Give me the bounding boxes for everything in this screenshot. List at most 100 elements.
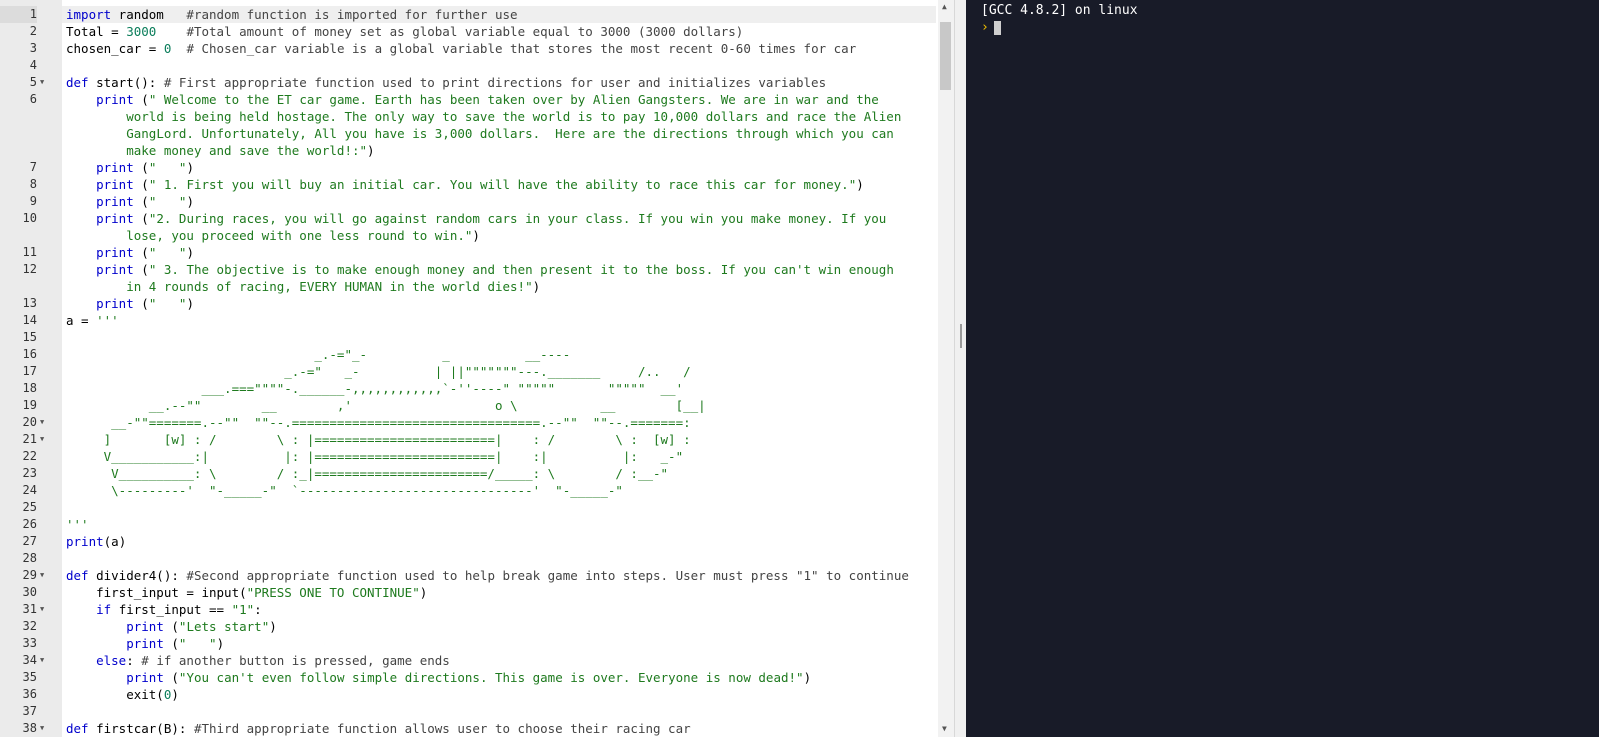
code-text[interactable]: print (" ")	[62, 159, 936, 176]
splitter-grip-icon[interactable]	[960, 324, 962, 348]
fold-arrow-icon[interactable]: ▼	[37, 74, 62, 91]
code-line[interactable]: 24 \---------' "-_____-" `--------------…	[0, 482, 938, 499]
code-text[interactable]	[62, 329, 936, 346]
code-line[interactable]: 5 ▼ def start(): # First appropriate funct…	[0, 74, 938, 91]
line-number: 6	[29, 92, 37, 106]
code-line[interactable]: 34 ▼ else: # if another button is pressed…	[0, 652, 938, 669]
line-number: 21	[22, 432, 37, 446]
code-line[interactable]: 26 '''	[0, 516, 938, 533]
code-line[interactable]: 22 V___________:| |: |==================…	[0, 448, 938, 465]
code-line[interactable]: 7 print (" ")	[0, 159, 938, 176]
code-line[interactable]: 36 exit(0)	[0, 686, 938, 703]
code-line[interactable]: 29 ▼ def divider4(): #Second appropriate f…	[0, 567, 938, 584]
code-text[interactable]: print (" ")	[62, 193, 936, 210]
console-cursor[interactable]	[994, 21, 1001, 35]
code-text[interactable]: first_input = input("PRESS ONE TO CONTIN…	[62, 584, 936, 601]
code-line[interactable]: 9 print (" ")	[0, 193, 938, 210]
code-text[interactable]: \---------' "-_____-" `-----------------…	[62, 482, 936, 499]
code-text[interactable]: def divider4(): #Second appropriate func…	[62, 567, 936, 584]
fold-arrow-icon[interactable]: ▼	[37, 652, 62, 669]
line-number: 15	[22, 330, 37, 344]
code-text[interactable]: a = '''	[62, 312, 936, 329]
line-number: 20	[22, 415, 37, 429]
code-text[interactable]: ] [w] : / \ : |========================|…	[62, 431, 936, 448]
code-line[interactable]: 21 ▼ ] [w] : / \ : |=====================…	[0, 431, 938, 448]
code-line[interactable]: 33 print (" ")	[0, 635, 938, 652]
code-text[interactable]: def firstcar(B): #Third appropriate func…	[62, 720, 936, 737]
code-editor[interactable]: 1 import random #random function is impor…	[0, 0, 954, 737]
code-text[interactable]: if first_input == "1":	[62, 601, 936, 618]
code-text[interactable]	[62, 703, 936, 720]
scrollbar-thumb[interactable]	[940, 22, 951, 90]
code-text[interactable]: '''	[62, 516, 936, 533]
code-text[interactable]: print (" ")	[62, 295, 936, 312]
console-prompt-icon: ›	[981, 20, 989, 35]
code-line[interactable]: 20 ▼ __-""=======.--"" ""--.=============…	[0, 414, 938, 431]
code-text[interactable]: _.-="_- _ __----	[62, 346, 936, 363]
code-text[interactable]: print ("You can't even follow simple dir…	[62, 669, 936, 686]
code-line[interactable]: 10 print ("2. During races, you will go …	[0, 210, 938, 244]
code-text[interactable]: print (" ")	[62, 635, 936, 652]
code-line[interactable]: 32 print ("Lets start")	[0, 618, 938, 635]
code-text[interactable]: print (" Welcome to the ET car game. Ear…	[62, 91, 936, 159]
code-line[interactable]: 4	[0, 57, 938, 74]
code-text[interactable]: print (" ")	[62, 244, 936, 261]
code-line[interactable]: 2 Total = 3000 #Total amount of money set…	[0, 23, 938, 40]
scroll-up-icon[interactable]: ▲	[942, 2, 947, 11]
code-line[interactable]: 15	[0, 329, 938, 346]
code-line[interactable]: 14 a = '''	[0, 312, 938, 329]
code-text[interactable]	[62, 499, 936, 516]
code-line[interactable]: 28	[0, 550, 938, 567]
code-text[interactable]: print (" 1. First you will buy an initia…	[62, 176, 936, 193]
code-text[interactable]: Total = 3000 #Total amount of money set …	[62, 23, 936, 40]
code-line[interactable]: 38 ▼ def firstcar(B): #Third appropriate f…	[0, 720, 938, 737]
code-text[interactable]: print ("Lets start")	[62, 618, 936, 635]
code-line[interactable]: 17 _.-=" _- | ||"""""""---._______ /.. /	[0, 363, 938, 380]
code-line[interactable]: 35 print ("You can't even follow simple …	[0, 669, 938, 686]
fold-arrow-icon[interactable]: ▼	[37, 720, 62, 737]
code-line[interactable]: 11 print (" ")	[0, 244, 938, 261]
console-panel[interactable]: [GCC 4.8.2] on linux ›	[966, 0, 1599, 737]
code-text[interactable]: print (" 3. The objective is to make eno…	[62, 261, 936, 295]
code-line[interactable]: 12 print (" 3. The objective is to make …	[0, 261, 938, 295]
line-number: 26	[22, 517, 37, 531]
code-text[interactable]: print ("2. During races, you will go aga…	[62, 210, 936, 244]
code-text[interactable]: exit(0)	[62, 686, 936, 703]
line-number: 24	[22, 483, 37, 497]
code-line[interactable]: 25	[0, 499, 938, 516]
fold-arrow-icon[interactable]: ▼	[37, 414, 62, 431]
code-line[interactable]: 1 import random #random function is impor…	[0, 6, 938, 23]
code-line[interactable]: 3 chosen_car = 0 # Chosen_car variable is…	[0, 40, 938, 57]
code-lines[interactable]: 1 import random #random function is impor…	[0, 6, 938, 737]
code-line[interactable]: 6 print (" Welcome to the ET car game. E…	[0, 91, 938, 159]
fold-arrow-icon[interactable]: ▼	[37, 431, 62, 448]
code-text[interactable]: chosen_car = 0 # Chosen_car variable is …	[62, 40, 936, 57]
code-text[interactable]: def start(): # First appropriate functio…	[62, 74, 936, 91]
code-text[interactable]: ___.===""""-.______-,,,,,,,,,,,,`-''----…	[62, 380, 936, 397]
code-line[interactable]: 8 print (" 1. First you will buy an init…	[0, 176, 938, 193]
code-line[interactable]: 23 V__________: \ / :_|=================…	[0, 465, 938, 482]
fold-arrow-icon[interactable]: ▼	[37, 567, 62, 584]
code-text[interactable]	[62, 550, 936, 567]
code-line[interactable]: 13 print (" ")	[0, 295, 938, 312]
fold-arrow-icon[interactable]: ▼	[37, 601, 62, 618]
code-text[interactable]: V___________:| |: |=====================…	[62, 448, 936, 465]
code-text[interactable]: _.-=" _- | ||"""""""---._______ /.. /	[62, 363, 936, 380]
code-line[interactable]: 31 ▼ if first_input == "1":	[0, 601, 938, 618]
editor-scrollbar[interactable]: ▲ ▼	[938, 0, 954, 737]
code-text[interactable]	[62, 57, 936, 74]
code-text[interactable]: print(a)	[62, 533, 936, 550]
code-line[interactable]: 27 print(a)	[0, 533, 938, 550]
code-text[interactable]: V__________: \ / :_|====================…	[62, 465, 936, 482]
scroll-down-icon[interactable]: ▼	[942, 724, 947, 733]
code-line[interactable]: 18 ___.===""""-.______-,,,,,,,,,,,,`-''-…	[0, 380, 938, 397]
code-line[interactable]: 37	[0, 703, 938, 720]
code-line[interactable]: 19 __.--"" __ ,' o \ __ [__|	[0, 397, 938, 414]
code-line[interactable]: 30 first_input = input("PRESS ONE TO CON…	[0, 584, 938, 601]
code-text[interactable]: else: # if another button is pressed, ga…	[62, 652, 936, 669]
line-number: 19	[22, 398, 37, 412]
code-text[interactable]: __-""=======.--"" ""--.=================…	[62, 414, 936, 431]
code-line[interactable]: 16 _.-="_- _ __----	[0, 346, 938, 363]
code-text[interactable]: __.--"" __ ,' o \ __ [__|	[62, 397, 936, 414]
code-text[interactable]: import random #random function is import…	[62, 6, 936, 23]
